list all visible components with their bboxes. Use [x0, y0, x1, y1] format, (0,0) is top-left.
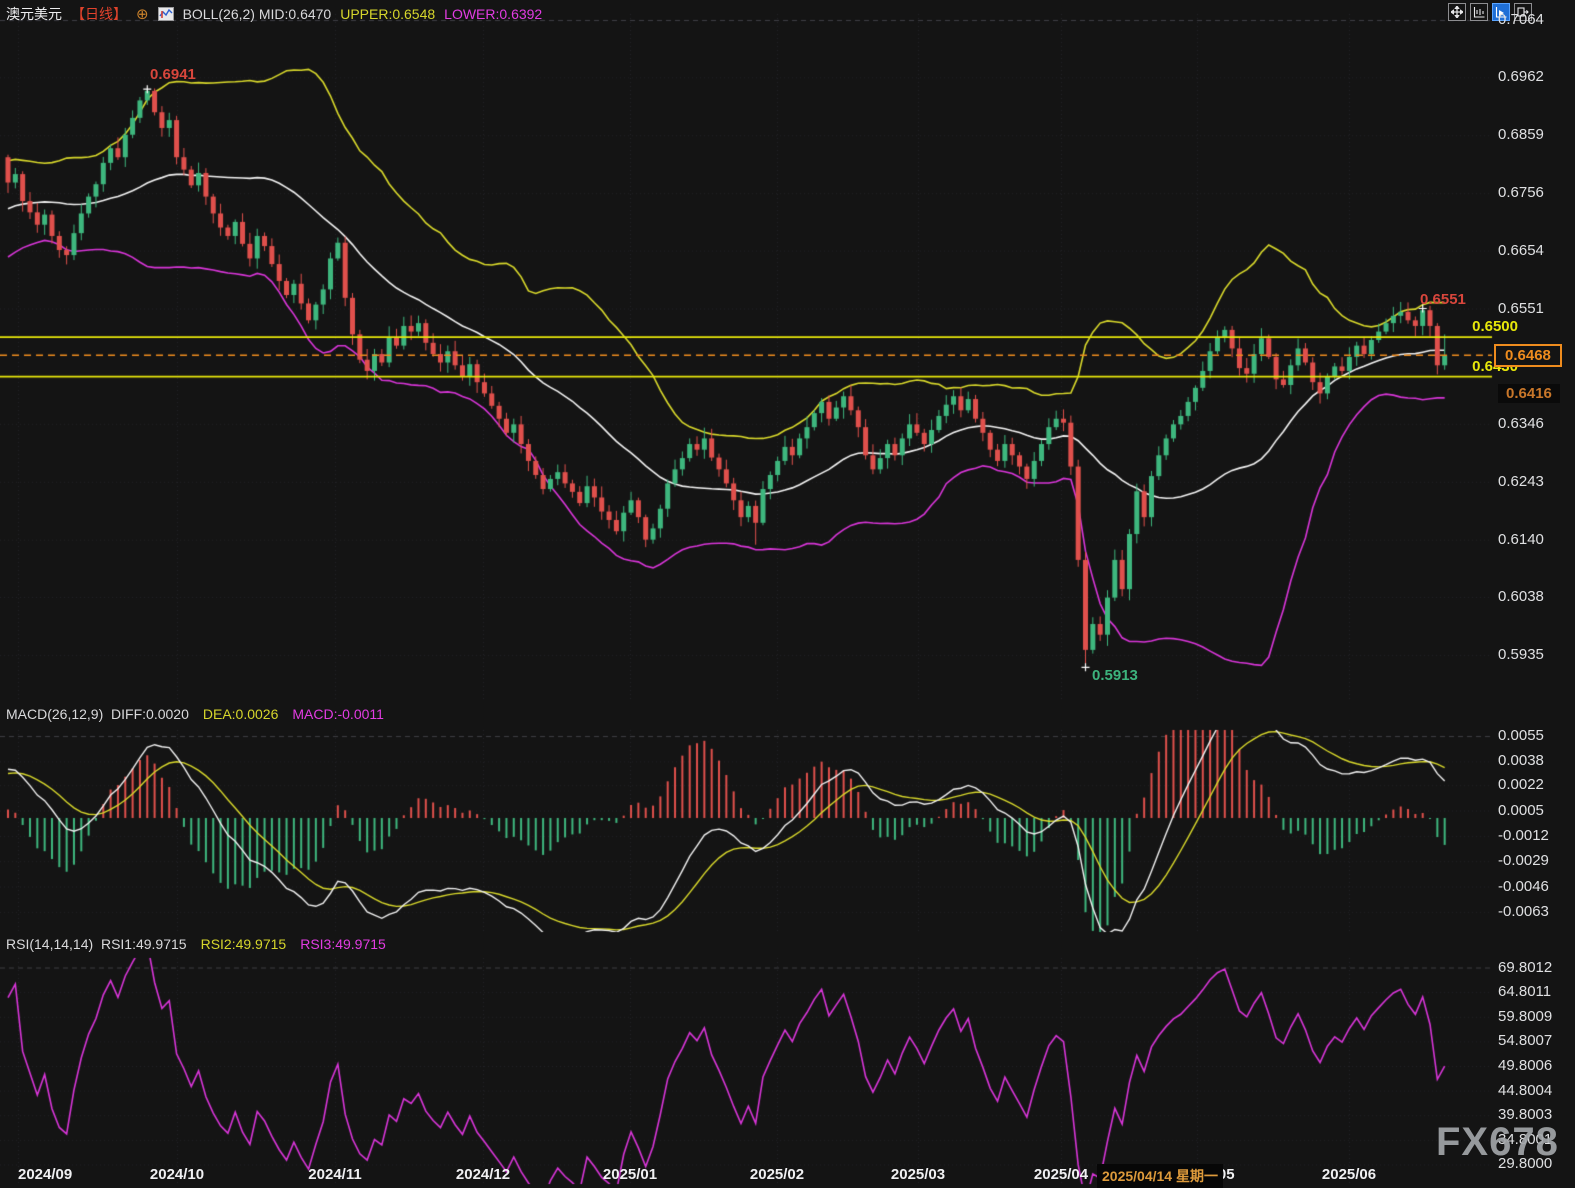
boll-readout-name: BOLL(26,2) MID:0.6470: [183, 6, 332, 22]
price-axis-label: 0.6962: [1498, 68, 1544, 85]
date-axis-label: 2024/11: [308, 1166, 361, 1183]
macd-axis-label: -0.0012: [1498, 827, 1549, 844]
boll-readout-lower: LOWER:0.6392: [444, 6, 542, 22]
fit-scale-icon[interactable]: [1470, 3, 1488, 21]
date-axis-label: 2025/06: [1322, 1166, 1376, 1183]
price-axis-label: 0.6551: [1498, 300, 1544, 317]
date-axis-label: 2025/03: [891, 1166, 945, 1183]
fx678-watermark: FX678: [1436, 1120, 1559, 1165]
rsi-axis-label: 69.8012: [1498, 959, 1552, 976]
rsi-axis-label: 64.8011: [1498, 983, 1551, 1000]
rsi2-readout: RSI2:49.9715: [201, 936, 287, 952]
macd-panel-header: MACD(26,12,9) DIFF:0.0020 DEA:0.0026 MAC…: [6, 706, 384, 722]
macd-axis-label: 0.0055: [1498, 727, 1544, 744]
date-axis-label: 2025/04: [1034, 1166, 1088, 1183]
date-axis-label: 2024/12: [456, 1166, 510, 1183]
macd-axis-label: -0.0063: [1498, 903, 1549, 920]
price-axis-label: 0.6654: [1498, 242, 1544, 259]
add-indicator-icon[interactable]: ⊕: [136, 5, 149, 23]
rsi-axis-label: 49.8006: [1498, 1057, 1552, 1074]
price-axis-label: 0.6346: [1498, 415, 1544, 432]
price-axis-label: 0.5935: [1498, 646, 1544, 663]
high-price-marker: 0.6941: [150, 66, 196, 83]
date-axis-label: 2024/10: [150, 1166, 204, 1183]
symbol-name: 澳元美元: [6, 4, 62, 24]
boll-readout-upper: UPPER:0.6548: [340, 6, 435, 22]
candle-chart-icon: [158, 7, 174, 21]
macd-macd-readout: MACD:-0.0011: [292, 706, 384, 722]
low-price-marker: 0.5913: [1092, 667, 1138, 684]
macd-axis-label: -0.0046: [1498, 878, 1549, 895]
rsi-name: RSI(14,14,14) RSI1:49.9715: [6, 936, 187, 952]
price-axis-label: 0.6038: [1498, 588, 1544, 605]
move-tool-icon[interactable]: [1448, 3, 1466, 21]
main-chart-header: 澳元美元 【日线】 ⊕ BOLL(26,2) MID:0.6470 UPPER:…: [6, 4, 542, 24]
date-axis-label: 2025/02: [750, 1166, 804, 1183]
recent-high-marker: 0.6551: [1420, 291, 1466, 308]
price-axis-label: 0.7064: [1498, 11, 1544, 28]
macd-axis-label: 0.0038: [1498, 752, 1544, 769]
macd-name: MACD(26,12,9) DIFF:0.0020: [6, 706, 189, 722]
rsi-axis-label: 44.8004: [1498, 1082, 1552, 1099]
macd-dea-readout: DEA:0.0026: [203, 706, 279, 722]
price-axis-label: 0.6243: [1498, 473, 1544, 490]
macd-axis-label: 0.0005: [1498, 802, 1544, 819]
date-axis-label: 2025/01: [603, 1166, 657, 1183]
rsi-axis-label: 59.8009: [1498, 1008, 1552, 1025]
rsi-axis-label: 54.8007: [1498, 1032, 1552, 1049]
chart-canvas[interactable]: [0, 0, 1575, 1188]
date-axis-label: 2024/09: [18, 1166, 72, 1183]
secondary-price-tag: 0.6416: [1498, 384, 1560, 403]
price-axis-label: 0.6756: [1498, 184, 1544, 201]
chart-root: 澳元美元 【日线】 ⊕ BOLL(26,2) MID:0.6470 UPPER:…: [0, 0, 1575, 1188]
macd-axis-label: -0.0029: [1498, 852, 1549, 869]
rsi3-readout: RSI3:49.9715: [300, 936, 386, 952]
period-selector[interactable]: 【日线】: [71, 4, 127, 24]
price-axis-label: 0.6140: [1498, 531, 1544, 548]
macd-axis-label: 0.0022: [1498, 776, 1544, 793]
hline-label-6500[interactable]: 0.6500: [1452, 318, 1518, 335]
crosshair-date-label: 2025/04/14 星期一: [1097, 1164, 1223, 1188]
current-price-tag: 0.6468: [1494, 344, 1562, 367]
price-axis-label: 0.6859: [1498, 126, 1544, 143]
rsi-panel-header: RSI(14,14,14) RSI1:49.9715 RSI2:49.9715 …: [6, 936, 386, 952]
